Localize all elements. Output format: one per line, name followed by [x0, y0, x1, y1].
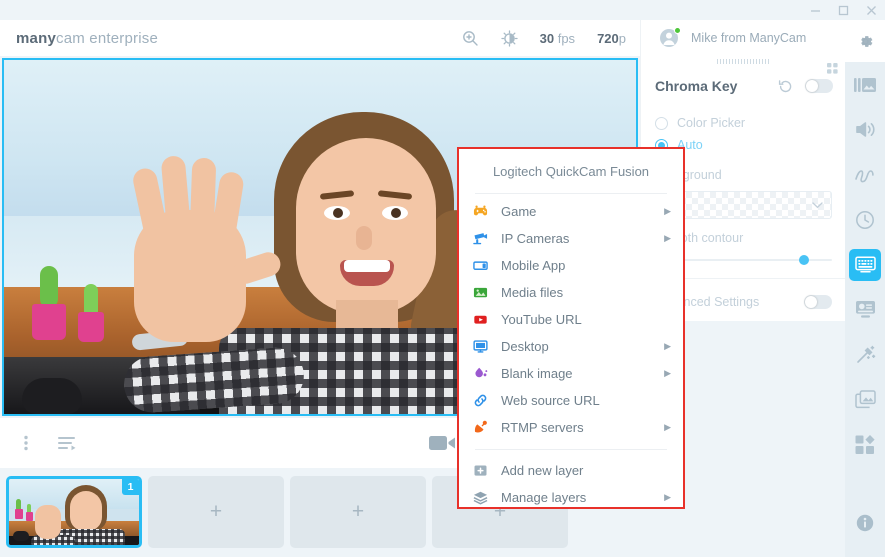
chroma-key-icon [849, 248, 881, 281]
add-preset-icon: + [209, 500, 223, 523]
menu-item-game[interactable]: Game ▶ [459, 198, 683, 225]
chroma-key-toggle[interactable] [805, 79, 833, 93]
sidebar-item-chroma-key[interactable] [845, 242, 885, 287]
fps-indicator[interactable]: 30 fps [540, 31, 575, 46]
menu-item-media-files[interactable]: Media files [459, 279, 683, 306]
preset-badge: 1 [122, 479, 139, 495]
sidebar-item-info[interactable] [845, 500, 885, 545]
sidebar-item-backgrounds[interactable] [845, 377, 885, 422]
panel-drag-handle[interactable] [717, 59, 769, 64]
submenu-arrow-icon: ▶ [664, 492, 671, 502]
preset-thumbnail-image [9, 479, 139, 545]
mobile-app-icon [473, 258, 495, 273]
submenu-arrow-icon: ▶ [664, 422, 671, 432]
menu-item-label: IP Cameras [501, 231, 570, 246]
menu-item-manage-layers[interactable]: Manage layers ▶ [459, 484, 683, 511]
menu-item-rtmp-servers[interactable]: RTMP servers ▶ [459, 414, 683, 441]
sidebar-item-draw[interactable] [845, 152, 885, 197]
submenu-arrow-icon: ▶ [664, 368, 671, 378]
menu-item-label: Blank image [501, 366, 573, 381]
menu-item-label: Media files [501, 285, 564, 300]
menu-item-label: Web source URL [501, 393, 600, 408]
account-bar[interactable]: Mike from ManyCam [640, 20, 845, 56]
menu-item-web-source-url[interactable]: Web source URL [459, 387, 683, 414]
link-icon [473, 393, 495, 408]
menu-item-label: Add new layer [501, 463, 584, 478]
reset-icon[interactable] [778, 79, 793, 94]
resolution-indicator[interactable]: 720p [597, 31, 626, 46]
preset-thumbnail-2[interactable]: + [148, 476, 284, 548]
submenu-arrow-icon: ▶ [664, 206, 671, 216]
menu-item-label: Mobile App [501, 258, 566, 273]
window-title-bar [0, 0, 885, 20]
app-logo: manycam enterprise [16, 30, 158, 47]
account-name: Mike from ManyCam [691, 31, 807, 45]
add-box-icon [473, 463, 495, 478]
window-maximize-button[interactable] [829, 0, 857, 20]
sidebar-item-apps[interactable] [845, 422, 885, 467]
youtube-icon [473, 312, 495, 327]
menu-item-ip-cameras[interactable]: IP Cameras ▶ [459, 225, 683, 252]
brand-light: cam enterprise [56, 29, 159, 47]
panel-header: Chroma Key [641, 66, 845, 106]
kebab-menu-icon[interactable] [24, 435, 28, 451]
window-close-button[interactable] [857, 0, 885, 20]
fps-value: 30 [539, 30, 555, 46]
menu-item-label: RTMP servers [501, 420, 584, 435]
menu-item-mobile-app[interactable]: Mobile App [459, 252, 683, 279]
menu-item-label: Desktop [501, 339, 549, 354]
resolution-value: 720 [597, 30, 619, 46]
resolution-unit: p [618, 30, 626, 46]
playlist-icon[interactable] [58, 435, 76, 451]
droplet-icon [473, 366, 495, 381]
chevron-down-icon [812, 196, 823, 214]
preset-thumbnail-3[interactable]: + [290, 476, 426, 548]
window-minimize-button[interactable] [801, 0, 829, 20]
sidebar-item-lower-thirds[interactable] [845, 287, 885, 332]
sidebar-item-audio[interactable] [845, 107, 885, 152]
sidebar-item-video-sources[interactable] [845, 62, 885, 107]
app-header: manycam enterprise 30 fps 720p [0, 20, 640, 56]
panel-title: Chroma Key [655, 78, 738, 94]
radio-color-picker[interactable]: Color Picker [641, 112, 845, 134]
context-menu-sources-group: Game ▶ IP Cameras ▶ Mobile App Media fil… [459, 194, 683, 441]
record-video-button[interactable] [429, 434, 456, 452]
sidebar-item-effects[interactable] [845, 332, 885, 377]
ip-camera-icon [473, 231, 495, 246]
submenu-arrow-icon: ▶ [664, 341, 671, 351]
menu-item-youtube-url[interactable]: YouTube URL [459, 306, 683, 333]
context-menu-layers-group: Add new layer Manage layers ▶ [459, 450, 683, 511]
media-file-icon [473, 285, 495, 300]
avatar[interactable] [659, 27, 681, 48]
menu-item-desktop[interactable]: Desktop ▶ [459, 333, 683, 360]
add-preset-icon: + [351, 500, 365, 523]
radio-indicator [655, 116, 668, 130]
preset-thumbnail-1[interactable]: 1 [6, 476, 142, 548]
right-icon-rail [845, 20, 885, 557]
slider-knob[interactable] [799, 255, 809, 265]
menu-item-add-new-layer[interactable]: Add new layer [459, 457, 683, 484]
advanced-settings-toggle[interactable] [804, 295, 832, 309]
brand-bold: many [16, 29, 56, 47]
menu-item-label: Game [501, 204, 537, 219]
desktop-icon [473, 339, 495, 354]
satellite-icon [473, 420, 495, 435]
fps-unit: fps [557, 30, 576, 46]
video-source-context-menu: Logitech QuickCam Fusion Game ▶ IP Camer… [457, 147, 685, 509]
header-tools: 30 fps 720p [462, 29, 626, 47]
brightness-icon[interactable] [500, 29, 518, 47]
sidebar-item-scheduler[interactable] [845, 197, 885, 242]
gamepad-icon [473, 204, 495, 219]
context-menu-header: Logitech QuickCam Fusion [492, 163, 650, 179]
submenu-arrow-icon: ▶ [664, 233, 671, 243]
menu-item-label: YouTube URL [501, 312, 582, 327]
radio-label: Color Picker [677, 116, 746, 130]
sidebar-item-settings[interactable] [845, 20, 885, 62]
menu-item-blank-image[interactable]: Blank image ▶ [459, 360, 683, 387]
layers-icon [473, 490, 495, 505]
menu-item-label: Manage layers [501, 490, 587, 505]
online-status-dot [674, 27, 681, 34]
zoom-in-icon[interactable] [462, 30, 479, 47]
